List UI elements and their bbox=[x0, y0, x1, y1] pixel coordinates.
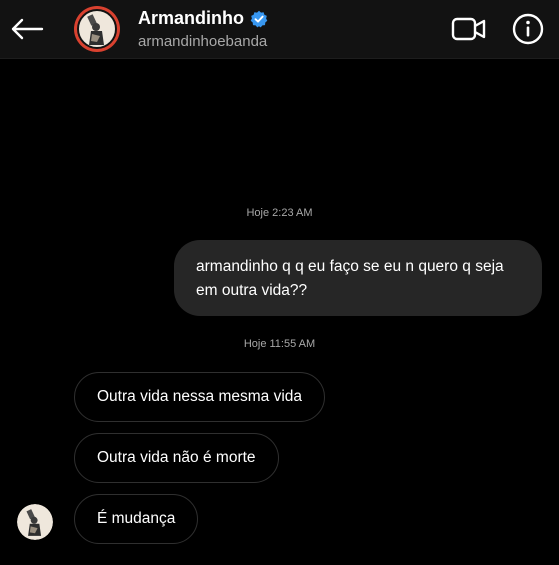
verified-badge-icon bbox=[250, 10, 268, 27]
sent-message-bubble[interactable]: armandinho q q eu faço se eu n quero q s… bbox=[174, 240, 542, 316]
back-button[interactable] bbox=[8, 10, 46, 48]
avatar-figure-icon bbox=[26, 509, 42, 536]
contact-avatar[interactable] bbox=[74, 6, 120, 52]
contact-username: armandinhoebanda bbox=[138, 33, 268, 50]
message-timestamp: Hoje 11:55 AM bbox=[243, 338, 316, 350]
received-message-bubble[interactable]: Outra vida nessa mesma vida bbox=[74, 372, 326, 422]
arrow-left-icon bbox=[11, 18, 44, 40]
video-camera-icon bbox=[451, 17, 486, 41]
avatar-figure-icon bbox=[87, 14, 104, 45]
received-message-bubble[interactable]: É mudança bbox=[74, 494, 199, 544]
video-call-button[interactable] bbox=[451, 14, 487, 44]
sender-avatar[interactable] bbox=[17, 504, 53, 540]
chat-header: Armandinho armandinhoebanda bbox=[0, 0, 559, 59]
received-message-bubble[interactable]: Outra vida não é morte bbox=[74, 433, 279, 483]
contact-name-row[interactable]: Armandinho bbox=[138, 8, 268, 29]
message-timestamp: Hoje 2:23 AM bbox=[246, 207, 313, 219]
info-icon bbox=[512, 13, 544, 45]
contact-name: Armandinho bbox=[138, 8, 244, 28]
info-button[interactable] bbox=[512, 13, 544, 45]
